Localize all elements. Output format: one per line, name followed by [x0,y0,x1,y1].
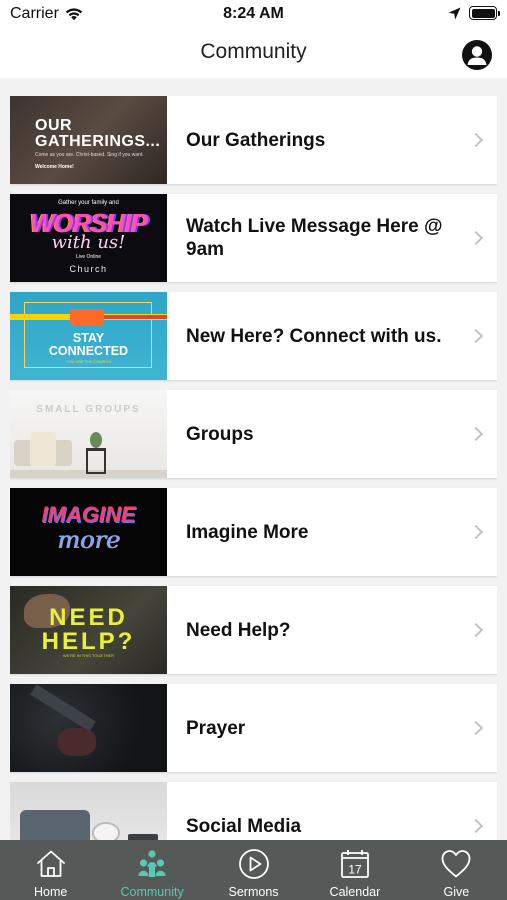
thumb-caption: WE'RE IN THIS TOGETHER [62,653,115,658]
tab-calendar[interactable]: 17 Calendar [304,840,405,900]
list-item-title: New Here? Connect with us. [186,325,442,347]
list-item-title: Imagine More [186,521,309,543]
social-media-thumbnail [10,782,167,840]
heart-icon [441,850,471,878]
thumb-title: OUR GATHERINGS... [35,117,161,150]
tab-label: Home [34,885,68,899]
thumb-logo-text: Church [69,264,108,274]
arm-graphic [30,684,96,732]
imagine-more-thumbnail: IMAGINE more [10,488,167,576]
stay-connected-thumbnail: STAY CONNECTED YOU ARE THE CHURCH [10,292,167,380]
plant-graphic [90,432,102,448]
thumb-script: with us! [51,232,126,253]
tab-community[interactable]: Community [101,840,202,900]
list-item-title: Our Gatherings [186,129,326,151]
person-graphic [20,810,90,840]
need-help-thumbnail: NEED HELP? WE'RE IN THIS TOGETHER [10,586,167,674]
list-item-groups[interactable]: SMALL GROUPS Groups [10,390,497,478]
play-circle-icon [238,849,269,879]
prayer-thumbnail [10,684,167,772]
tab-sermons[interactable]: Sermons [203,840,304,900]
cup-graphic [92,822,120,840]
list-item-our-gatherings[interactable]: OUR GATHERINGS... Come as you are. Chris… [10,96,497,184]
list-item-watch-live[interactable]: Gather your family and WORSHIP with us! … [10,194,497,282]
nav-bar: Community [0,28,507,78]
tab-label: Calendar [329,885,381,899]
cable-graphic [104,315,167,319]
tab-label: Sermons [228,885,279,899]
table-graphic [86,448,106,474]
gatherings-thumbnail: OUR GATHERINGS... Come as you are. Chris… [10,96,167,184]
list-item-need-help[interactable]: NEED HELP? WE'RE IN THIS TOGETHER Need H… [10,586,497,674]
tab-home[interactable]: Home [0,840,101,900]
tab-label: Community [120,885,184,899]
thumb-title: SMALL GROUPS [36,404,141,415]
calendar-icon: 17 [341,850,369,878]
status-right [448,6,500,20]
list-item-title: Prayer [186,717,246,739]
hands-graphic [58,728,96,756]
status-time: 8:24 AM [223,5,284,22]
location-arrow-icon [448,7,461,19]
home-icon [36,850,65,877]
list-item-title: Watch Live Message Here @ 9am [186,216,443,260]
thumb-title: STAY CONNECTED [48,331,129,358]
list-item-imagine-more[interactable]: IMAGINE more Imagine More [10,488,497,576]
battery-level [471,8,495,18]
calendar-day: 17 [348,863,362,877]
tab-bar: Home Community Sermons 17 Calendar Give [0,840,507,900]
blanket-graphic [30,432,56,466]
user-icon [467,46,487,65]
list-item-prayer[interactable]: Prayer [10,684,497,772]
tab-label: Give [443,885,470,899]
groups-thumbnail: SMALL GROUPS [10,390,167,478]
thumb-caption: YOU ARE THE CHURCH [65,359,112,364]
worship-thumbnail: Gather your family and WORSHIP with us! … [10,194,167,282]
battery-icon [469,6,500,20]
list-item-new-here[interactable]: STAY CONNECTED YOU ARE THE CHURCH New He… [10,292,497,380]
status-bar: Carrier 8:24 AM [0,0,507,28]
profile-button[interactable] [462,40,492,70]
plug-graphic [70,309,104,325]
thumb-title: IMAGINE [41,502,136,527]
list-item-title: Groups [186,423,254,445]
thumb-subcaption: Welcome Home! [35,164,74,170]
people-icon [138,850,166,877]
thumb-caption: Live Online [75,254,101,260]
thumb-caption: Come as you are. Christ-based. Sing if y… [35,152,144,158]
community-list: OUR GATHERINGS... Come as you are. Chris… [10,96,497,840]
page-title: Community [200,40,307,63]
list-item-social-media[interactable]: Social Media [10,782,497,840]
thumb-script: more [57,526,120,554]
thumb-kicker: Gather your family and [58,200,119,206]
list-item-title: Need Help? [186,619,291,641]
list-item-title: Social Media [186,815,302,837]
thumb-title: HELP? [41,628,136,655]
thumb-title: NEED [49,604,128,631]
tab-give[interactable]: Give [406,840,507,900]
